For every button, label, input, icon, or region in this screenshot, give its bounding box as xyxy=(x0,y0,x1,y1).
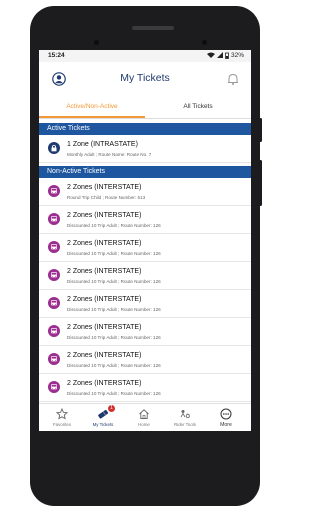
nav-favorites[interactable]: Favorites xyxy=(42,404,82,431)
status-bar: 15:24 32% xyxy=(39,50,251,62)
app-header: My Tickets xyxy=(39,62,251,96)
non-active-ticket-row[interactable]: 2 Zones (INTERSTATE) Discounted 10 Trip A… xyxy=(39,262,251,290)
battery-percent: 32% xyxy=(230,51,244,59)
bell-icon[interactable] xyxy=(226,72,240,86)
ticket-details: Discounted 10 Trip Adult ; Route Number:… xyxy=(67,363,161,368)
ticket-name: 2 Zones (INTERSTATE) xyxy=(67,296,142,303)
active-ticket-row[interactable]: 1 Zone (INTRASTATE) Monthly Adult ; Rout… xyxy=(39,135,251,163)
ticket-details: Discounted 10 Trip Adult ; Route Number:… xyxy=(67,223,161,228)
nav-label: Home xyxy=(138,422,150,427)
ticket-name: 2 Zones (INTERSTATE) xyxy=(67,352,142,359)
battery-icon xyxy=(225,52,229,59)
ticket-details: Discounted 10 Trip Adult ; Route Number:… xyxy=(67,251,161,256)
non-active-ticket-row[interactable]: 2 Zones (INTERSTATE) Discounted 10 Trip A… xyxy=(39,318,251,346)
home-icon xyxy=(139,409,149,419)
ticket-details: Discounted 10 Trip Adult ; Route Number:… xyxy=(67,307,161,312)
nav-home[interactable]: Home xyxy=(124,404,164,431)
active-tickets-header: Active Tickets xyxy=(39,123,251,135)
ticket-name: 2 Zones (INTERSTATE) xyxy=(67,212,142,219)
rider-tools-icon xyxy=(180,410,190,419)
status-icons: 32% xyxy=(206,51,244,59)
volume-button xyxy=(259,160,262,206)
lock-icon xyxy=(48,142,60,154)
ticket-name: 2 Zones (INTERSTATE) xyxy=(67,324,142,331)
bus-icon xyxy=(48,353,60,365)
app-screen: 15:24 32% My Tickets Active/Non-Active A… xyxy=(39,50,251,431)
bus-icon xyxy=(48,325,60,337)
bus-icon xyxy=(48,185,60,197)
power-button xyxy=(259,118,262,142)
nav-my-tickets[interactable]: 1 My Tickets xyxy=(83,404,123,431)
ticket-name: 2 Zones (INTERSTATE) xyxy=(67,184,142,191)
ticket-details: Monthly Adult ; Route Name: Route No. 7 xyxy=(67,152,152,157)
star-icon xyxy=(56,408,68,420)
nav-more[interactable]: More xyxy=(206,404,246,431)
ticket-name: 2 Zones (INTERSTATE) xyxy=(67,380,142,387)
non-active-ticket-row[interactable]: 2 Zones (INTERSTATE) Discounted 10 Trip A… xyxy=(39,290,251,318)
tab-active-non-active[interactable]: Active/Non-Active xyxy=(39,96,145,118)
ticket-name: 1 Zone (INTRASTATE) xyxy=(67,141,138,148)
bus-icon xyxy=(48,269,60,281)
ticket-tabs: Active/Non-Active All Tickets xyxy=(39,96,251,119)
nav-label: Favorites xyxy=(52,422,72,427)
notification-badge: 1 xyxy=(108,405,115,412)
bus-icon xyxy=(48,297,60,309)
nav-label: More xyxy=(220,422,232,428)
bus-icon xyxy=(48,381,60,393)
non-active-ticket-row[interactable]: 2 Zones (INTERSTATE) Discounted 10 Trip A… xyxy=(39,374,251,402)
bus-icon xyxy=(48,241,60,253)
ticket-icon xyxy=(98,409,109,419)
nav-label: My Tickets xyxy=(92,422,114,427)
ticket-name: 2 Zones (INTERSTATE) xyxy=(67,240,142,247)
ticket-details: Discounted 10 Trip Adult ; Route Number:… xyxy=(67,335,161,340)
more-icon xyxy=(220,408,232,420)
wifi-icon xyxy=(206,52,215,58)
ticket-details: Discounted 10 Trip Adult ; Route Number:… xyxy=(67,391,161,396)
bottom-nav: Favorites 1 My Tickets Home Rider Tools … xyxy=(39,403,251,431)
non-active-ticket-row[interactable]: 2 Zones (INTERSTATE) Discounted 10 Trip A… xyxy=(39,234,251,262)
status-time: 15:24 xyxy=(48,52,65,59)
tab-all-tickets[interactable]: All Tickets xyxy=(145,96,251,118)
front-camera xyxy=(94,40,99,45)
speaker-grille xyxy=(132,26,174,30)
nav-label: Rider Tools xyxy=(174,422,196,427)
non-active-ticket-row[interactable]: 2 Zones (INTERSTATE) Discounted 10 Trip A… xyxy=(39,346,251,374)
non-active-ticket-row[interactable]: 2 Zones (INTERSTATE) Discounted 10 Trip A… xyxy=(39,206,251,234)
nav-rider-tools[interactable]: Rider Tools xyxy=(165,404,205,431)
bus-icon xyxy=(48,213,60,225)
ticket-details: Discounted 10 Trip Adult ; Route Number:… xyxy=(67,279,161,284)
page-title: My Tickets xyxy=(120,72,170,84)
ticket-details: Round Trip Child ; Route Number: 513 xyxy=(67,195,146,200)
non-active-ticket-row[interactable]: 2 Zones (INTERSTATE) Round Trip Child ; R… xyxy=(39,178,251,206)
non-active-tickets-header: Non-Active Tickets xyxy=(39,166,251,178)
ticket-name: 2 Zones (INTERSTATE) xyxy=(67,268,142,275)
signal-icon xyxy=(216,52,223,58)
front-sensor xyxy=(202,40,207,45)
